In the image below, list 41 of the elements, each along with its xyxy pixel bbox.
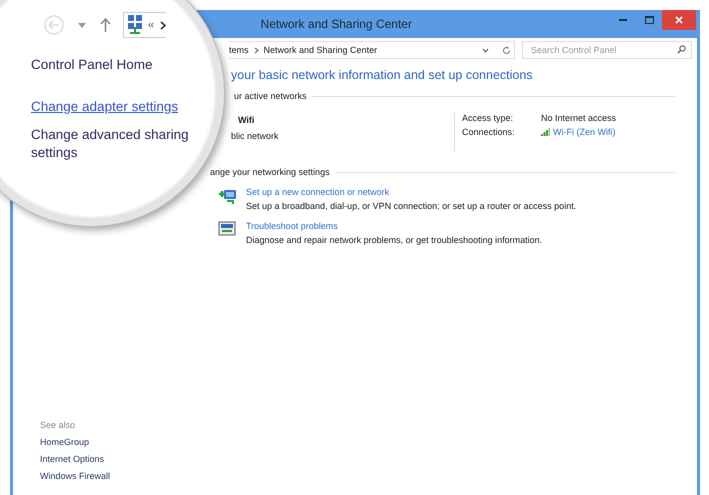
settings-description: Diagnose and repair network problems, or get troubleshooting information.	[246, 235, 544, 245]
signal-bars-icon	[541, 128, 550, 136]
chevron-right-icon	[160, 20, 166, 30]
settings-description: Set up a broadband, dial-up, or VPN connection; or set up a router or access point.	[246, 201, 578, 211]
settings-link[interactable]: Troubleshoot problems	[246, 221, 697, 231]
see-also-link[interactable]: Windows Firewall	[40, 471, 208, 481]
settings-link[interactable]: Set up a new connection or network	[246, 187, 697, 197]
search-icon	[677, 45, 686, 54]
section-heading: ange your networking settings	[210, 167, 330, 177]
breadcrumb-item[interactable]: tems	[229, 45, 249, 55]
page-heading: your basic network information and set up connections	[231, 68, 533, 82]
chevron-right-icon	[254, 46, 259, 54]
nav-link[interactable]: Control Panel Home	[31, 56, 153, 74]
breadcrumb-item[interactable]: Network and Sharing Center	[264, 45, 378, 55]
address-overflow-glyph[interactable]: «	[148, 19, 154, 31]
connection-link[interactable]: Wi-Fi (Zen Wifi)	[553, 127, 616, 137]
close-button[interactable]	[662, 10, 696, 30]
troubleshoot-icon	[218, 221, 236, 237]
see-also-heading: See also	[40, 420, 76, 430]
network-icon	[128, 15, 142, 35]
access-type-value: No Internet access	[541, 113, 616, 123]
maximize-icon	[644, 16, 654, 24]
nav-link[interactable]: Change adapter settings	[31, 98, 178, 116]
access-type-label: Access type:	[462, 113, 514, 123]
refresh-icon	[502, 46, 510, 54]
network-name: Wifi	[238, 115, 256, 125]
close-icon	[675, 16, 683, 24]
network-setup-icon	[218, 187, 238, 205]
caret-down-icon[interactable]	[78, 22, 86, 28]
up-arrow-icon[interactable]	[100, 18, 111, 32]
see-also-link[interactable]: HomeGroup	[40, 437, 208, 447]
section-heading: ur active networks	[234, 91, 307, 101]
network-type: blic network	[231, 131, 280, 141]
nav-link[interactable]: Change advanced sharing settings	[31, 126, 191, 162]
minimize-icon	[619, 19, 627, 21]
window-title: Network and Sharing Center	[260, 17, 412, 31]
caret-down-icon	[482, 48, 488, 52]
address-bar[interactable]: tems Network and Sharing Center	[229, 41, 515, 59]
see-also-link[interactable]: Internet Options	[40, 454, 208, 464]
connections-label: Connections:	[462, 127, 516, 137]
search-field[interactable]: Search Control Panel	[522, 41, 692, 59]
